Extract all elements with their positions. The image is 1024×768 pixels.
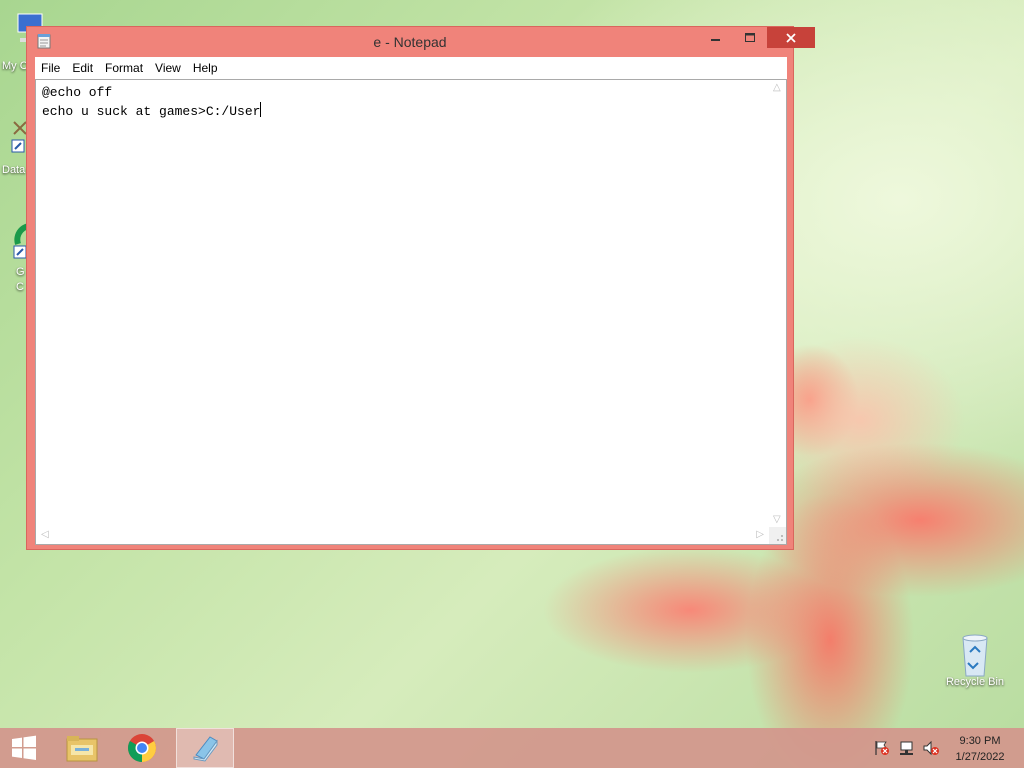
close-icon (786, 32, 796, 43)
scroll-down-icon[interactable]: ▽ (773, 514, 781, 525)
editor-text[interactable]: @echo off echo u suck at games>C:/User (42, 83, 766, 524)
text-editor[interactable]: @echo off echo u suck at games>C:/User △ … (35, 79, 787, 545)
vertical-scrollbar[interactable]: △ ▽ (769, 80, 786, 527)
taskbar-clock[interactable]: 9:30 PM 1/27/2022 (944, 733, 1016, 765)
editor-line: echo u suck at games>C:/User (42, 104, 261, 119)
menu-help[interactable]: Help (187, 61, 224, 75)
clock-time: 9:30 PM (959, 735, 1001, 747)
volume-muted-icon[interactable] (922, 740, 940, 756)
title-bar[interactable]: e - Notepad (27, 27, 815, 57)
menu-bar: File Edit Format View Help (35, 57, 787, 80)
maximize-icon (744, 33, 755, 42)
chrome-icon (128, 734, 156, 762)
taskbar-chrome[interactable] (118, 728, 166, 768)
notepad-icon (193, 736, 218, 762)
menu-format[interactable]: Format (99, 61, 149, 75)
windows-logo-icon (12, 735, 36, 760)
taskbar-notepad[interactable] (176, 728, 234, 768)
window-title: e - Notepad (373, 34, 447, 50)
action-center-flag-icon[interactable] (874, 740, 890, 756)
resize-grip[interactable] (769, 527, 786, 544)
menu-file[interactable]: File (35, 61, 66, 75)
desktop-icon-label: G (16, 266, 25, 278)
maximize-button[interactable] (733, 27, 767, 49)
scroll-up-icon[interactable]: △ (773, 82, 781, 93)
desktop-icon-label: Data (2, 164, 26, 176)
start-button[interactable] (0, 728, 48, 768)
close-button[interactable] (767, 27, 815, 48)
network-icon[interactable] (898, 740, 916, 756)
scroll-right-icon[interactable]: ▷ (756, 529, 764, 540)
editor-line-with-caret: echo u suck at games>C:/User (42, 102, 766, 121)
scroll-left-icon[interactable]: ◁ (41, 529, 49, 540)
horizontal-scrollbar[interactable]: ◁ ▷ (36, 527, 769, 544)
clock-date: 1/27/2022 (955, 751, 1005, 763)
notepad-window[interactable]: e - Notepad File Edit Format View Help @… (26, 26, 815, 550)
recycle-bin-icon (962, 634, 988, 677)
taskbar: 9:30 PM 1/27/2022 (0, 728, 1024, 768)
desktop-icon-label: C (16, 281, 24, 293)
resize-grip-icon (777, 535, 783, 541)
menu-edit[interactable]: Edit (66, 61, 99, 75)
desktop-icon-label: Recycle Bin (945, 676, 1005, 688)
desktop-icon-label: My C (2, 60, 28, 72)
folder-icon (66, 736, 98, 762)
desktop-icon-recycle-bin[interactable]: Recycle Bin (935, 630, 1015, 688)
text-caret (260, 102, 262, 117)
menu-view[interactable]: View (149, 61, 187, 75)
taskbar-file-explorer[interactable] (58, 728, 106, 768)
minimize-icon (711, 39, 720, 41)
editor-line: @echo off (42, 85, 113, 100)
minimize-button[interactable] (699, 27, 733, 49)
